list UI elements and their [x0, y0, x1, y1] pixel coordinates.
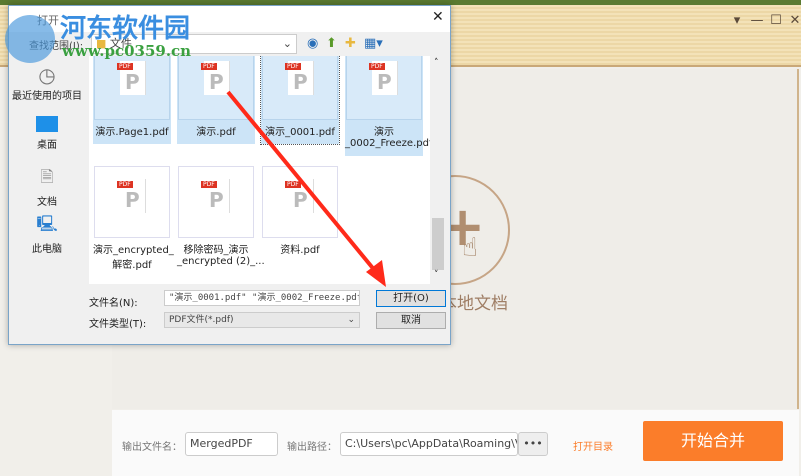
arrow-shaft [226, 90, 378, 274]
annotation-arrow [226, 90, 386, 287]
